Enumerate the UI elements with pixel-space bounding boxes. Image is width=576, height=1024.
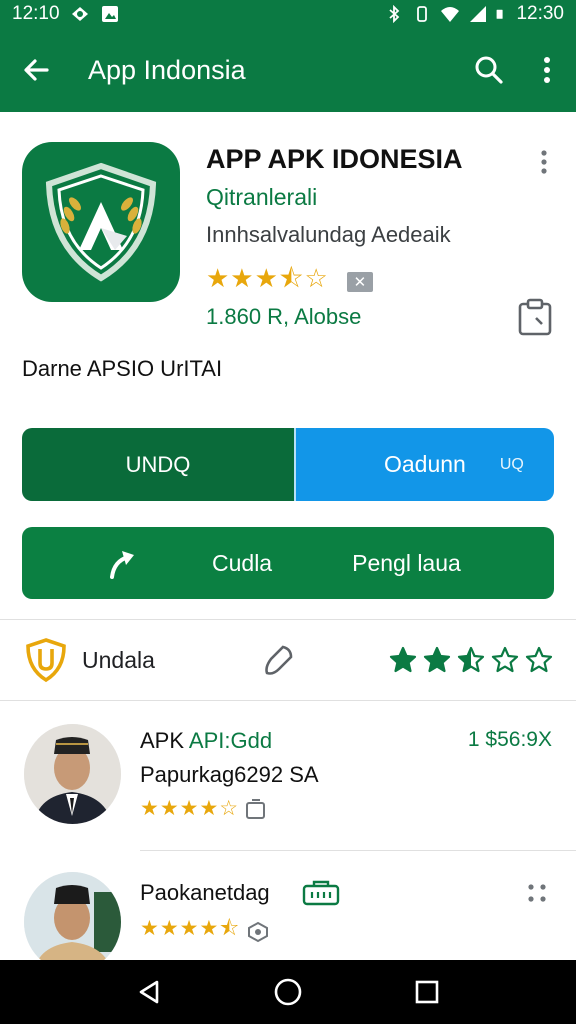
app-logo[interactable] bbox=[22, 142, 180, 302]
rate-star-5-icon[interactable] bbox=[524, 646, 554, 674]
review-item[interactable]: Paokanetdag ★★★★⯪ bbox=[0, 850, 576, 972]
drag-handle-icon[interactable] bbox=[524, 880, 550, 906]
review-title-prefix: APK bbox=[140, 728, 189, 753]
install-button[interactable]: UNDQ bbox=[22, 428, 294, 501]
more-vert-icon bbox=[544, 57, 550, 83]
nav-recents-button[interactable] bbox=[407, 972, 447, 1012]
status-bar: 12:10 12:30 bbox=[0, 0, 576, 28]
back-button[interactable] bbox=[0, 28, 72, 112]
person-avatar-icon bbox=[24, 872, 121, 972]
download-count: 1.860 R, Alobse bbox=[206, 304, 362, 329]
notification-icon bbox=[71, 7, 88, 21]
shield-logo-icon bbox=[45, 162, 157, 282]
developer-link[interactable]: Qitranlerali bbox=[206, 184, 317, 211]
rating-stars: ★★★⯪☆ bbox=[206, 263, 329, 293]
nav-recents-icon bbox=[415, 980, 438, 1004]
photo-icon bbox=[101, 6, 118, 22]
clipboard-icon[interactable] bbox=[516, 298, 556, 338]
review-stars: ★★★★☆ bbox=[140, 797, 240, 820]
search-icon bbox=[475, 56, 503, 84]
review-title: APK API:Gdd bbox=[140, 728, 272, 754]
share-button[interactable] bbox=[82, 527, 162, 599]
review-rating: ★★★★☆ bbox=[140, 796, 267, 821]
signal-icon bbox=[470, 6, 487, 22]
help-button[interactable]: Pengl laua bbox=[352, 550, 461, 577]
shield-icon bbox=[26, 638, 66, 683]
app-header: APP APK IDONESIA Qitranlerali Innhsalval… bbox=[0, 112, 576, 412]
guide-button[interactable]: Cudla bbox=[212, 550, 272, 577]
rating-tag-badge: ✕ bbox=[346, 272, 373, 292]
badge-icon bbox=[302, 880, 340, 906]
badge-icon bbox=[246, 798, 266, 819]
review-stars: ★★★★⯪ bbox=[140, 917, 241, 940]
wifi-icon bbox=[441, 7, 460, 22]
app-short-description: Darne APSIO UrITAI bbox=[22, 356, 223, 381]
rate-star-4-icon[interactable] bbox=[490, 646, 520, 674]
person-avatar-icon bbox=[24, 724, 121, 824]
nav-home-button[interactable] bbox=[268, 972, 308, 1012]
rate-star-2-icon[interactable] bbox=[422, 646, 452, 674]
app-more-button[interactable] bbox=[530, 146, 558, 178]
status-time-left: 12:10 bbox=[12, 3, 60, 24]
bluetooth-icon bbox=[389, 5, 400, 23]
rate-app-row: Undala bbox=[0, 620, 576, 700]
app-category: Innhsalvalundag Aedeaik bbox=[206, 222, 451, 247]
open-button[interactable]: Oadunn UQ bbox=[296, 428, 554, 501]
nav-back-button[interactable] bbox=[129, 972, 169, 1012]
review-item[interactable]: APK API:Gdd 1 $56:9X Papurkag6292 SA ★★★… bbox=[0, 700, 576, 850]
app-bar: App Indonsia bbox=[0, 28, 576, 112]
overflow-menu-button[interactable] bbox=[518, 28, 576, 112]
rate-app-label: Undala bbox=[82, 646, 155, 673]
app-name: APP APK IDONESIA bbox=[206, 144, 463, 174]
review-title: Paokanetdag bbox=[140, 880, 270, 905]
system-nav-bar bbox=[0, 960, 576, 1024]
review-title-tag: API:Gdd bbox=[188, 728, 273, 753]
open-button-size: UQ bbox=[499, 455, 524, 473]
arrow-back-icon bbox=[24, 59, 49, 81]
avatar bbox=[24, 872, 121, 972]
more-vert-icon bbox=[541, 150, 547, 174]
share-arrow-icon bbox=[110, 551, 134, 579]
open-button-label: Oadunn bbox=[384, 451, 466, 477]
app-bar-title: App Indonsia bbox=[88, 54, 246, 85]
vibrate-icon bbox=[417, 6, 428, 22]
rate-star-1-icon[interactable] bbox=[388, 646, 418, 674]
rate-star-3-icon[interactable] bbox=[456, 646, 486, 674]
install-open-button-group: UNDQ Oadunn UQ bbox=[22, 428, 554, 501]
nav-home-icon bbox=[274, 978, 302, 1006]
avatar bbox=[24, 724, 121, 824]
review-rating: ★★★★⯪ bbox=[140, 914, 270, 949]
review-subtitle: Papurkag6292 SA bbox=[140, 762, 319, 787]
badge-icon bbox=[248, 921, 269, 942]
rate-stars[interactable] bbox=[388, 646, 554, 674]
search-button[interactable] bbox=[460, 28, 518, 112]
app-rating: ★★★⯪☆ ✕ bbox=[206, 260, 373, 304]
edit-pen-icon[interactable] bbox=[261, 643, 295, 677]
review-price: 1 $56:9X bbox=[467, 728, 552, 751]
status-time-right: 12:30 bbox=[516, 3, 564, 24]
action-bar: Cudla Pengl laua bbox=[22, 527, 554, 599]
battery-icon bbox=[497, 9, 504, 19]
nav-back-icon bbox=[140, 980, 159, 1004]
